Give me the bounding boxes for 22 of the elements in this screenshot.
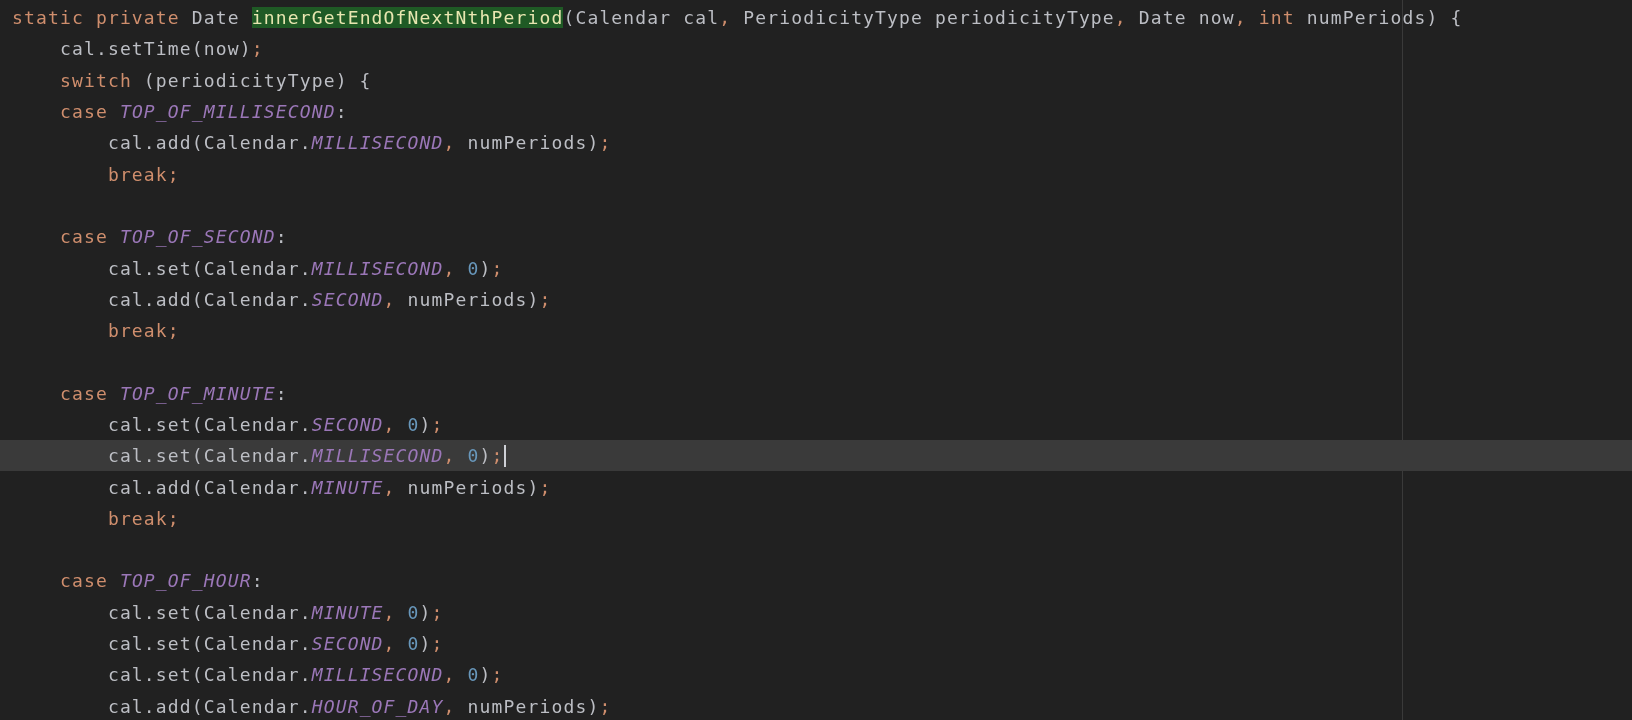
code-line: cal.set(Calendar.MILLISECOND, 0); — [106, 257, 504, 279]
code-line: cal.set(Calendar.SECOND, 0); — [106, 633, 444, 655]
code-line: cal.set(Calendar.MILLISECOND, 0); — [106, 664, 504, 686]
code-line: cal.add(Calendar.MINUTE, numPeriods); — [106, 476, 552, 498]
code-line: case TOP_OF_HOUR: — [58, 570, 264, 592]
text-cursor — [503, 444, 506, 467]
code-line: cal.set(Calendar.MINUTE, 0); — [106, 601, 444, 623]
code-line: cal.set(Calendar.SECOND, 0); — [106, 414, 444, 435]
code-line: break; — [106, 163, 180, 185]
code-line: cal.add(Calendar.HOUR_OF_DAY, numPeriods); — [106, 695, 612, 717]
code-line: cal.add(Calendar.MILLISECOND, numPeriods); — [106, 132, 612, 154]
code-line: case TOP_OF_MILLISECOND: — [58, 101, 348, 123]
code-line: case TOP_OF_MINUTE: — [58, 382, 288, 404]
code-line: break; — [106, 507, 180, 529]
code-line: case TOP_OF_SECOND: — [58, 226, 288, 248]
code-line: cal.set(Calendar.MILLISECOND, 0); — [106, 445, 504, 467]
code-editor[interactable] — [0, 0, 1632, 720]
code-line: switch (periodicityType) { — [58, 69, 372, 91]
code-line: cal.setTime(now); — [58, 38, 264, 60]
code-line: cal.add(Calendar.SECOND, numPeriods); — [106, 288, 552, 310]
code-line: static private Date innerGetEndOfNextNthPeriod(Calendar cal, PeriodicityType periodicityType, Date now, int numPeriods) { — [12, 7, 1463, 29]
code-line: break; — [106, 320, 180, 342]
